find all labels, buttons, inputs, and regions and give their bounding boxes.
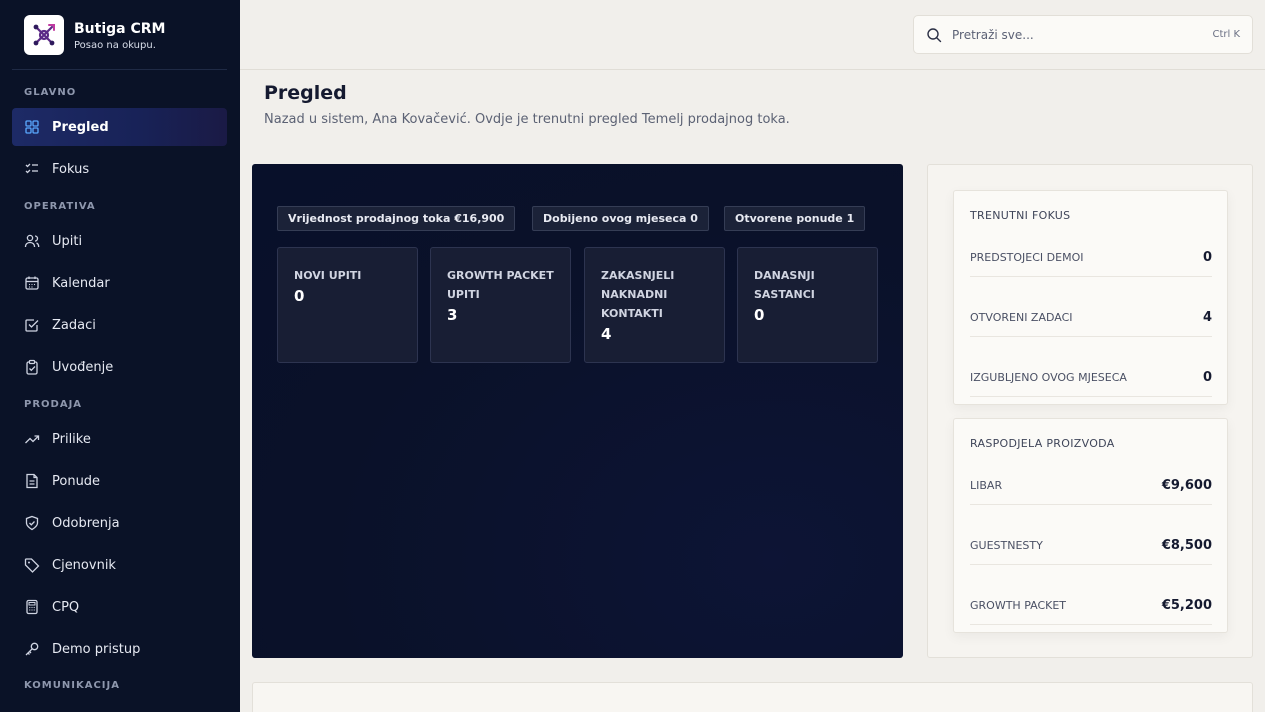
- sidebar-item-label: Uvođenje: [52, 359, 114, 375]
- stat-card-overdue-followups[interactable]: ZAKASNJELI NAKNADNI KONTAKTI 4: [584, 247, 725, 363]
- pipeline-value-badge: Vrijednost prodajnog toka €16,900: [277, 206, 516, 231]
- row-value: 4: [1202, 310, 1212, 325]
- section-komunikacija: KOMUNIKACIJA: [24, 680, 120, 691]
- stat-card-new-inquiries[interactable]: NOVI UPITI 0: [277, 247, 418, 363]
- stat-card-growth-packet[interactable]: GROWTH PACKET UPITI 3: [430, 247, 571, 363]
- sidebar-item-label: Prilike: [52, 431, 91, 447]
- product-row[interactable]: GUESTNESTY €8,500: [970, 527, 1212, 565]
- focus-row[interactable]: IZGUBLJENO OVOG MJESECA 0: [970, 359, 1212, 397]
- stat-value: 0: [294, 287, 305, 305]
- clipboard-icon: [24, 359, 40, 375]
- search-shortcut: Ctrl K: [1212, 29, 1240, 40]
- shield-check-icon: [24, 515, 40, 531]
- stat-label: DANASNJI SASTANCI: [754, 269, 815, 301]
- search-icon: [926, 27, 942, 43]
- row-label: PREDSTOJECI DEMOI: [970, 251, 1084, 264]
- checkbox-icon: [24, 317, 40, 333]
- calendar-icon: [24, 275, 40, 291]
- sidebar-item-label: CPQ: [52, 599, 80, 615]
- trending-icon: [24, 431, 40, 447]
- sidebar-item-label: Ponude: [52, 473, 101, 489]
- row-label: OTVORENI ZADACI: [970, 311, 1073, 324]
- section-glavno: GLAVNO: [24, 87, 77, 98]
- brand-name: Butiga CRM: [74, 20, 166, 37]
- divider: [240, 69, 1265, 70]
- users-icon: [24, 233, 40, 249]
- product-distribution-card: RASPODJELA PROIZVODA LIBAR €9,600 GUESTN…: [953, 418, 1228, 633]
- sidebar-item-label: Cjenovnik: [52, 557, 116, 573]
- divider: [12, 69, 227, 70]
- row-label: GUESTNESTY: [970, 539, 1043, 552]
- stat-label: GROWTH PACKET UPITI: [447, 269, 554, 301]
- key-icon: [24, 641, 40, 657]
- overview-panel: Vrijednost prodajnog toka €16,900 Dobije…: [252, 164, 903, 658]
- section-operativa: OPERATIVA: [24, 201, 96, 212]
- sidebar-item-uvodenje[interactable]: Uvođenje: [12, 348, 227, 386]
- section-prodaja: PRODAJA: [24, 399, 83, 410]
- row-label: LIBAR: [970, 479, 1003, 492]
- sidebar-item-label: Pregled: [52, 119, 109, 135]
- brand-tagline: Posao na okupu.: [74, 39, 156, 51]
- focus-row[interactable]: PREDSTOJECI DEMOI 0: [970, 239, 1212, 277]
- side-panel: TRENUTNI FOKUS PREDSTOJECI DEMOI 0 OTVOR…: [927, 164, 1253, 658]
- logo-icon: [24, 15, 64, 55]
- row-value: 0: [1202, 370, 1212, 385]
- calculator-icon: [24, 599, 40, 615]
- bottom-panel: [252, 682, 1253, 712]
- document-icon: [24, 473, 40, 489]
- stat-label: ZAKASNJELI NAKNADNI KONTAKTI: [601, 269, 675, 320]
- sidebar-item-prilike[interactable]: Prilike: [12, 420, 227, 458]
- sidebar-item-label: Zadaci: [52, 317, 96, 333]
- won-this-month-badge: Dobijeno ovog mjeseca 0: [532, 206, 709, 231]
- focus-row[interactable]: OTVORENI ZADACI 4: [970, 299, 1212, 337]
- sidebar-item-upiti[interactable]: Upiti: [12, 222, 227, 260]
- stat-value: 4: [601, 325, 612, 343]
- sidebar-item-kalendar[interactable]: Kalendar: [12, 264, 227, 302]
- sidebar-item-pregled[interactable]: Pregled: [12, 108, 227, 146]
- sidebar-item-cpq[interactable]: CPQ: [12, 588, 227, 626]
- row-value: 0: [1202, 250, 1212, 265]
- brand[interactable]: Butiga CRM Posao na okupu.: [24, 15, 165, 55]
- card-title: TRENUTNI FOKUS: [970, 209, 1071, 222]
- sidebar-item-label: Fokus: [52, 161, 90, 177]
- stat-value: 0: [754, 306, 765, 324]
- sidebar-item-odobrenja[interactable]: Odobrenja: [12, 504, 227, 542]
- grid-icon: [24, 119, 40, 135]
- stat-card-todays-meetings[interactable]: DANASNJI SASTANCI 0: [737, 247, 878, 363]
- row-value: €5,200: [1161, 598, 1212, 613]
- stat-label: NOVI UPITI: [294, 269, 362, 282]
- product-row[interactable]: GROWTH PACKET €5,200: [970, 587, 1212, 625]
- page-title: Pregled: [264, 82, 347, 104]
- card-title: RASPODJELA PROIZVODA: [970, 437, 1115, 450]
- focus-card: TRENUTNI FOKUS PREDSTOJECI DEMOI 0 OTVOR…: [953, 190, 1228, 405]
- product-row[interactable]: LIBAR €9,600: [970, 467, 1212, 505]
- open-offers-badge: Otvorene ponude 1: [724, 206, 866, 231]
- list-check-icon: [24, 161, 40, 177]
- sidebar-item-label: Odobrenja: [52, 515, 120, 531]
- sidebar-item-ponude[interactable]: Ponude: [12, 462, 227, 500]
- row-value: €9,600: [1161, 478, 1212, 493]
- sidebar-item-fokus[interactable]: Fokus: [12, 150, 227, 188]
- sidebar-item-label: Kalendar: [52, 275, 110, 291]
- sidebar-item-label: Upiti: [52, 233, 83, 249]
- sidebar-item-cjenovnik[interactable]: Cjenovnik: [12, 546, 227, 584]
- search-box[interactable]: Ctrl K: [913, 15, 1253, 54]
- sidebar: Butiga CRM Posao na okupu. GLAVNO Pregle…: [0, 0, 240, 712]
- page-subtitle: Nazad u sistem, Ana Kovačević. Ovdje je …: [264, 112, 790, 127]
- stat-value: 3: [447, 306, 458, 324]
- row-label: IZGUBLJENO OVOG MJESECA: [970, 371, 1127, 384]
- search-input[interactable]: [952, 27, 1213, 42]
- row-label: GROWTH PACKET: [970, 599, 1067, 612]
- sidebar-item-demo-pristup[interactable]: Demo pristup: [12, 630, 227, 668]
- row-value: €8,500: [1161, 538, 1212, 553]
- sidebar-item-zadaci[interactable]: Zadaci: [12, 306, 227, 344]
- sidebar-item-label: Demo pristup: [52, 641, 141, 657]
- tag-icon: [24, 557, 40, 573]
